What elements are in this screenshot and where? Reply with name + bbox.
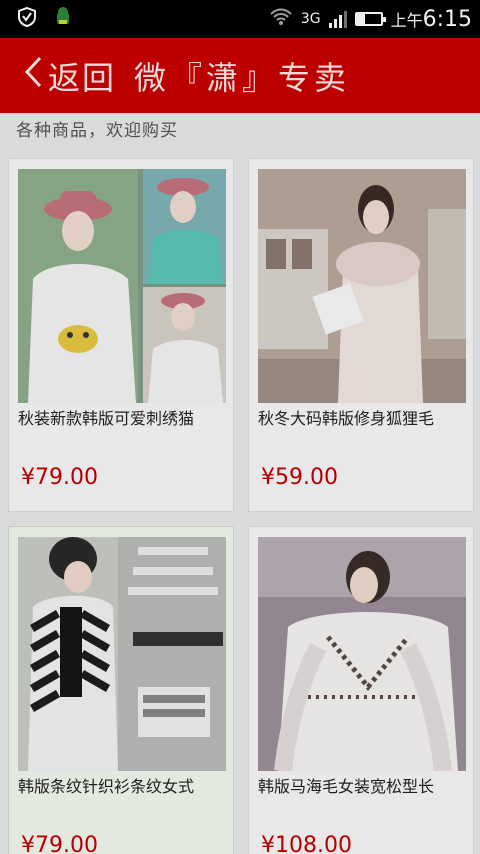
network-type: 3G (300, 11, 321, 27)
wifi-icon (269, 7, 293, 32)
signal-icon (328, 10, 347, 28)
product-name: 秋冬大码韩版修身狐狸毛 (258, 409, 435, 428)
product-image (18, 169, 226, 403)
app-header: 返回 微『潇』专卖 (0, 38, 480, 113)
back-button[interactable]: 返回 (22, 53, 116, 99)
product-price: ¥108.00 (261, 833, 352, 854)
product-price: ¥79.00 (21, 833, 98, 854)
back-label: 返回 (48, 58, 117, 97)
product-price: ¥59.00 (261, 465, 338, 490)
battery-icon (354, 12, 386, 26)
clock-time: 6:15 (422, 6, 472, 32)
product-card[interactable]: 韩版条纹针织衫条纹女式 ¥79.00 (8, 526, 234, 854)
product-grid: 秋装新款韩版可爱刺绣猫 ¥79.00 秋冬大码韩版修身狐狸毛 ¥59.00 韩版… (8, 158, 474, 854)
product-price: ¥79.00 (21, 465, 98, 490)
product-card[interactable]: 韩版马海毛女装宽松型长 ¥108.00 (248, 526, 474, 854)
product-name: 韩版条纹针织衫条纹女式 (18, 777, 195, 796)
product-card[interactable]: 秋装新款韩版可爱刺绣猫 ¥79.00 (8, 158, 234, 512)
product-name: 秋装新款韩版可爱刺绣猫 (18, 409, 195, 428)
product-card[interactable]: 秋冬大码韩版修身狐狸毛 ¥59.00 (248, 158, 474, 512)
product-image (258, 169, 466, 403)
clock-ampm: 上午 (390, 10, 423, 30)
product-image (18, 537, 226, 771)
chevron-left-icon (22, 55, 44, 96)
subtitle: 各种商品，欢迎购买 (16, 121, 178, 141)
page-title: 微『潇』专卖 (134, 58, 351, 97)
shield-icon (16, 6, 38, 32)
product-name: 韩版马海毛女装宽松型长 (258, 777, 435, 796)
android-icon (52, 6, 74, 32)
status-bar: 3G 上午6:15 (0, 0, 480, 38)
product-image (258, 537, 466, 771)
